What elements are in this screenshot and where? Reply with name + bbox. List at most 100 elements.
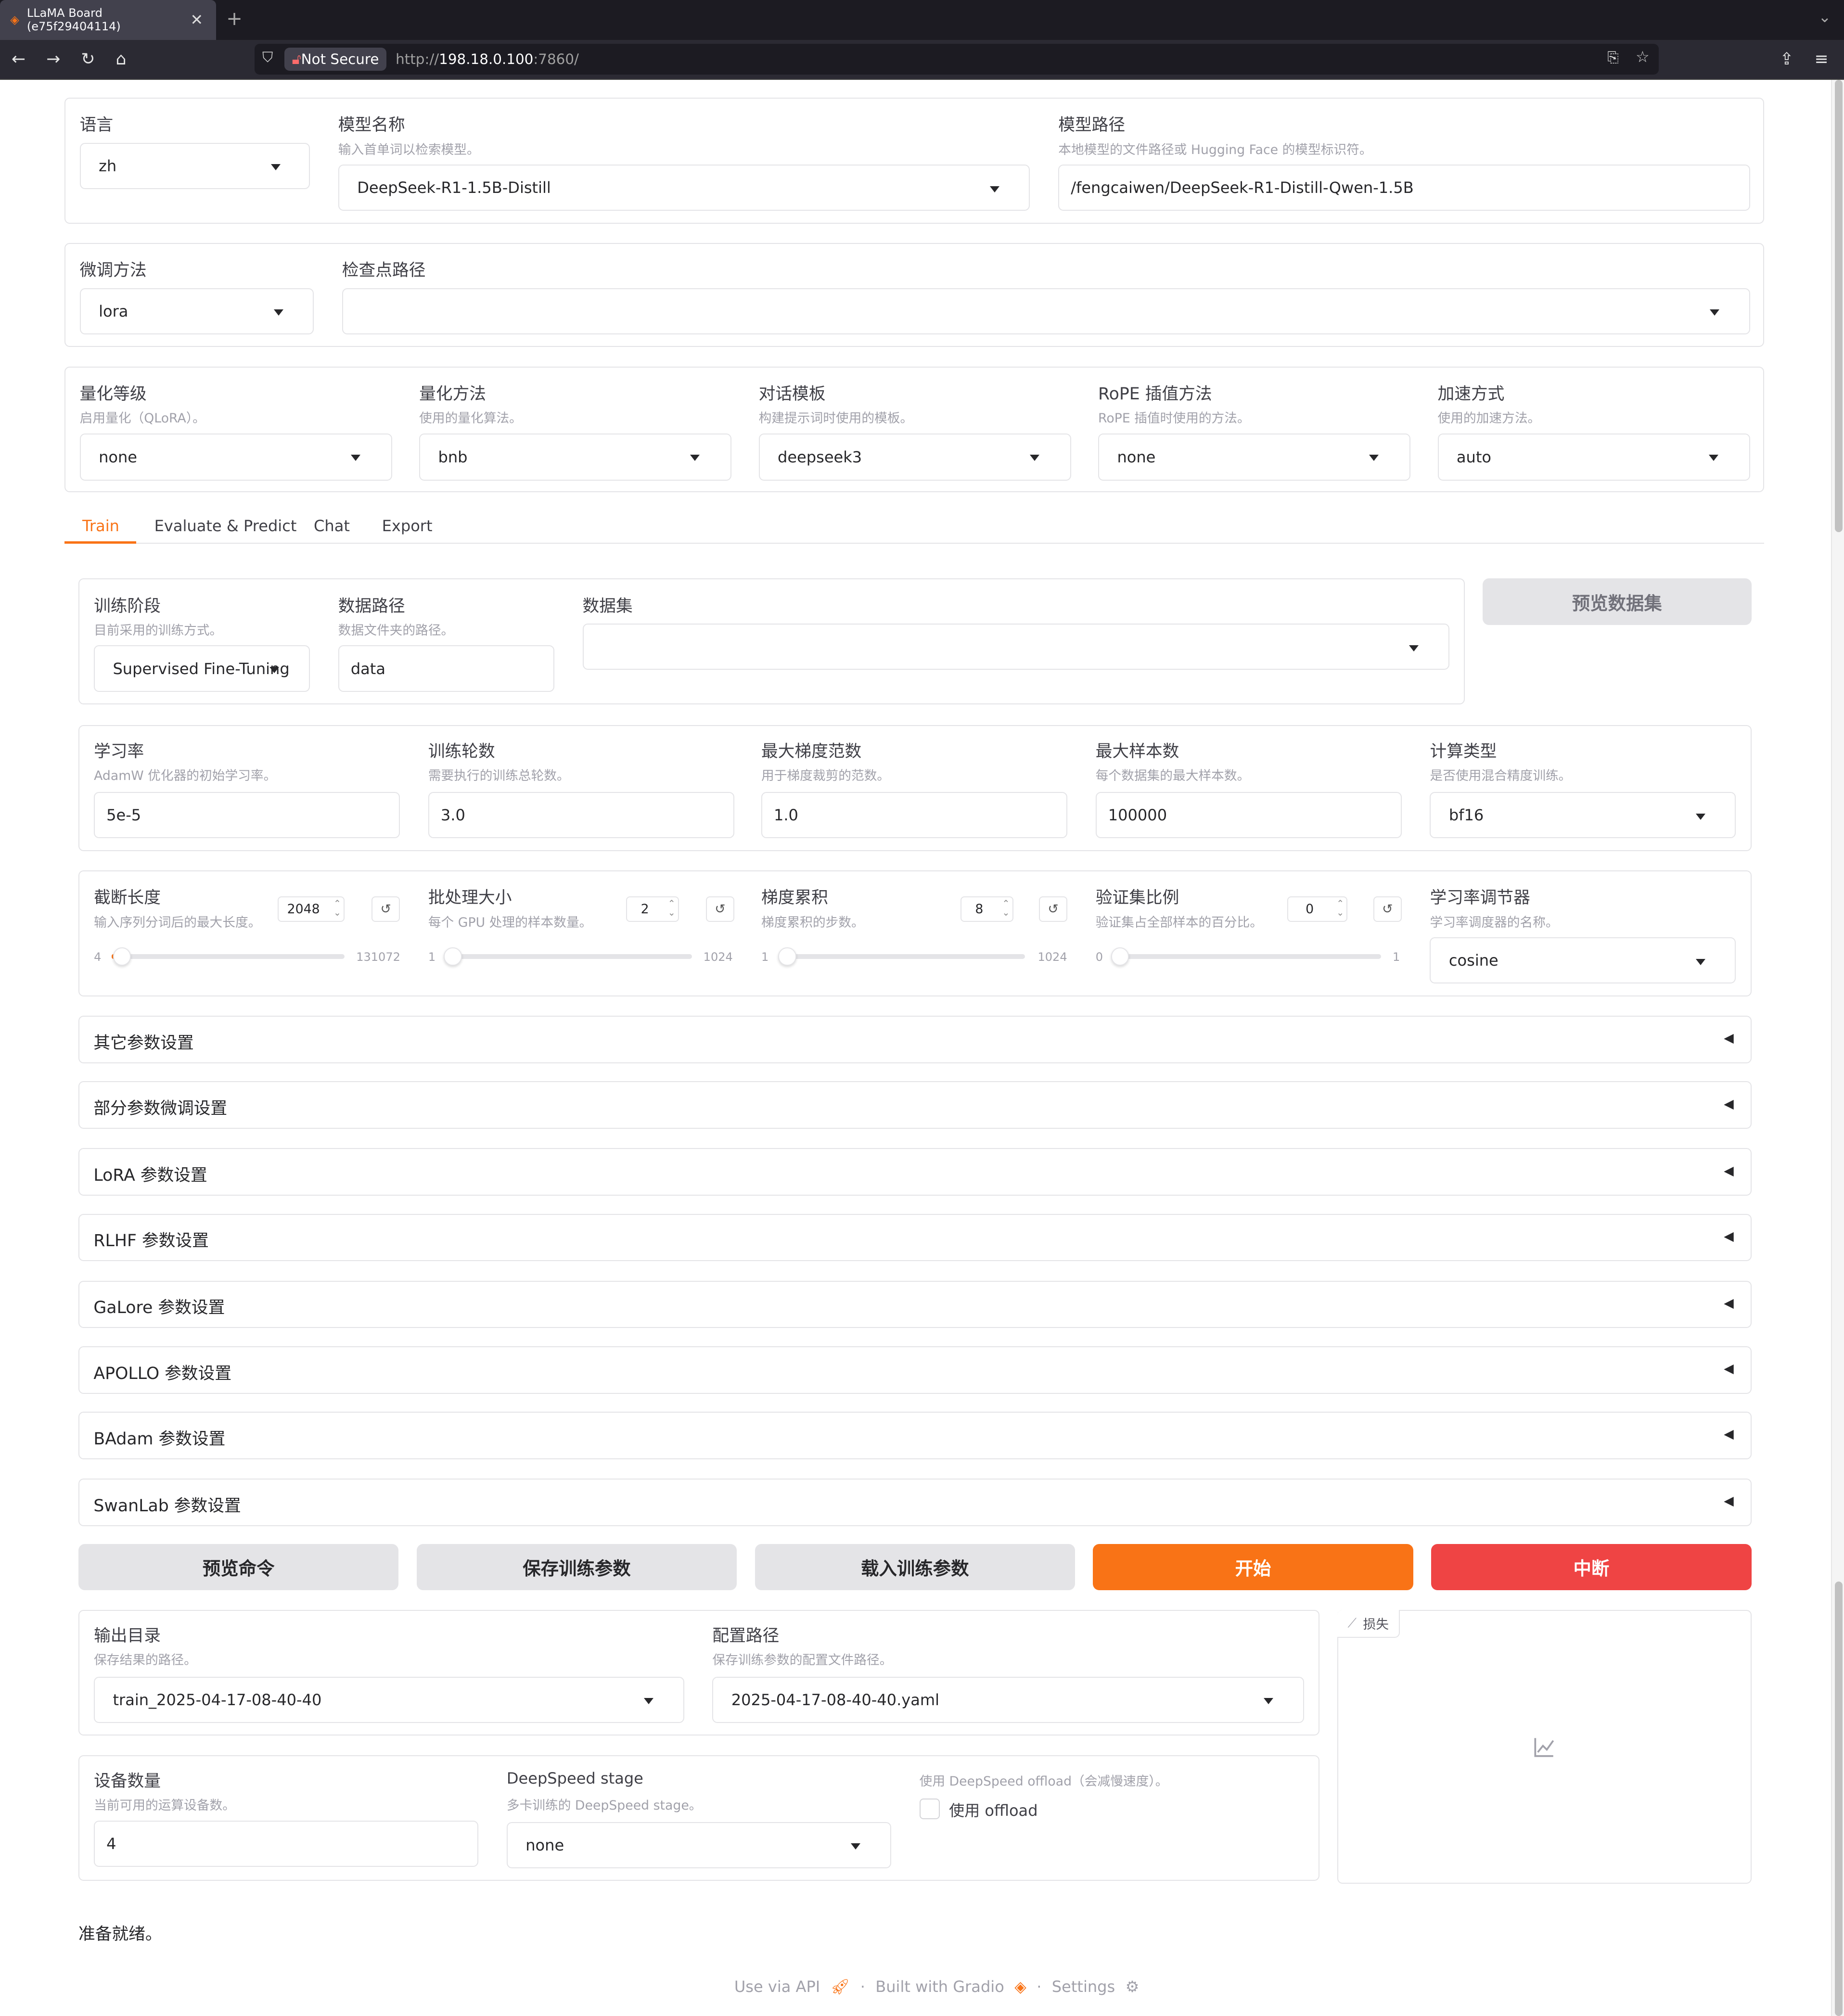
accordion-freeze-settings[interactable]: 部分参数微调设置 ◀ — [78, 1081, 1752, 1129]
preview-command-button[interactable]: 预览命令 — [78, 1544, 399, 1591]
batch-min: 1 — [428, 950, 436, 964]
load-args-button[interactable]: 载入训练参数 — [755, 1544, 1075, 1591]
save-args-button[interactable]: 保存训练参数 — [416, 1544, 737, 1591]
ds-stage-dropdown[interactable]: none — [506, 1822, 891, 1868]
devices-input[interactable]: 4 — [94, 1820, 479, 1867]
grad-acc-slider-track[interactable] — [778, 947, 1025, 966]
accordion-other-settings[interactable]: 其它参数设置 ◀ — [78, 1016, 1752, 1063]
tab-train[interactable]: Train — [82, 517, 119, 535]
abort-button[interactable]: 中断 — [1431, 1544, 1752, 1591]
cutoff-info: 输入序列分词后的最大长度。 — [94, 915, 261, 930]
model-path-input[interactable]: /fengcaiwen/DeepSeek-R1-Distill-Qwen-1.5… — [1058, 165, 1750, 211]
rope-dropdown[interactable]: none — [1098, 433, 1411, 481]
translate-icon[interactable]: ⎘ — [1607, 49, 1619, 66]
epochs-input[interactable]: 3.0 — [428, 792, 734, 839]
tab-chat[interactable]: Chat — [314, 517, 350, 535]
max-samples-input[interactable]: 100000 — [1095, 792, 1402, 839]
stepper-arrows-icon[interactable]: ⌃ ⌄ — [1002, 899, 1010, 918]
built-with-gradio-link[interactable]: Built with Gradio — [875, 1978, 1004, 1996]
back-icon[interactable]: ← — [12, 49, 26, 70]
tab-evaluate-predict[interactable]: Evaluate & Predict — [154, 517, 297, 535]
grad-acc-number-input[interactable]: 8 ⌃ ⌄ — [960, 896, 1013, 922]
accordion-badam-settings[interactable]: BAdam 参数设置 ◀ — [78, 1412, 1752, 1459]
cutoff-number-input[interactable]: 2048 ⌃ ⌄ — [278, 896, 345, 922]
max-samples-info: 每个数据集的最大样本数。 — [1095, 768, 1250, 783]
model-name-dropdown[interactable]: DeepSeek-R1-1.5B-Distill — [338, 165, 1030, 211]
collapse-arrow-icon: ◀ — [1724, 1427, 1734, 1442]
settings-link[interactable]: Settings — [1052, 1978, 1115, 1996]
url-port: :7860/ — [533, 51, 579, 67]
scrollbar-thumb-lower[interactable] — [1834, 1669, 1843, 2016]
tab-list-icon[interactable]: ⌄ — [1818, 8, 1831, 26]
finetune-dropdown[interactable]: lora — [79, 288, 314, 334]
val-size-slider-track[interactable] — [1111, 947, 1381, 966]
scheduler-dropdown[interactable]: cosine — [1430, 937, 1736, 984]
accordion-galore-settings[interactable]: GaLore 参数设置 ◀ — [78, 1280, 1752, 1328]
close-tab-icon[interactable]: ✕ — [190, 11, 203, 29]
val-size-label: 验证集比例 — [1095, 888, 1179, 908]
model-name-label: 模型名称 — [338, 115, 405, 135]
page-scrollbar[interactable] — [1831, 79, 1844, 2016]
quant-method-dropdown[interactable]: bnb — [419, 433, 732, 481]
output-dir-info: 保存结果的路径。 — [94, 1653, 197, 1668]
preview-dataset-button[interactable]: 预览数据集 — [1483, 578, 1752, 625]
ds-offload-checkbox[interactable] — [919, 1799, 940, 1820]
accordion-lora-settings[interactable]: LoRA 参数设置 ◀ — [78, 1148, 1752, 1196]
model-name-info: 输入首单词以检索模型。 — [338, 142, 480, 157]
rope-value: none — [1117, 447, 1156, 466]
address-bar[interactable]: ⛉ 🔓︎Not Secure http://198.18.0.100:7860/… — [255, 43, 1659, 75]
chevron-down-icon — [989, 186, 999, 192]
batch-slider-track[interactable] — [444, 947, 692, 966]
lr-input[interactable]: 5e-5 — [94, 792, 400, 839]
bookmark-star-icon[interactable]: ☆ — [1636, 48, 1650, 66]
menu-icon[interactable]: ≡ — [1814, 49, 1828, 70]
tab-export[interactable]: Export — [382, 517, 433, 535]
cutoff-slider-track[interactable] — [112, 947, 345, 966]
scrollbar-thumb[interactable] — [1834, 79, 1843, 533]
reload-icon[interactable]: ↻ — [81, 49, 95, 70]
scheduler-value: cosine — [1448, 951, 1498, 970]
batch-number-input[interactable]: 2 ⌃ ⌄ — [626, 896, 679, 922]
extensions-icon[interactable]: ⇪ — [1780, 49, 1793, 70]
chevron-down-icon — [1695, 813, 1705, 820]
grad-acc-max: 1024 — [1037, 950, 1067, 964]
use-via-api-link[interactable]: Use via API — [734, 1978, 820, 1996]
cutoff-max: 131072 — [356, 950, 400, 964]
browser-tab[interactable]: ◈ LLaMA Board (e75f29404114) ✕ — [0, 0, 216, 40]
lang-dropdown[interactable]: zh — [79, 142, 310, 189]
template-dropdown[interactable]: deepseek3 — [758, 433, 1071, 481]
cutoff-reset-icon[interactable]: ↺ — [371, 896, 400, 922]
max-grad-norm-input[interactable]: 1.0 — [761, 792, 1067, 839]
val-size-slider-handle[interactable] — [1111, 947, 1129, 966]
accordion-apollo-settings[interactable]: APOLLO 参数设置 ◀ — [78, 1346, 1752, 1394]
batch-reset-icon[interactable]: ↺ — [706, 896, 734, 922]
booster-value: auto — [1456, 447, 1492, 466]
batch-slider-handle[interactable] — [444, 947, 462, 966]
accordion-swanlab-settings[interactable]: SwanLab 参数设置 ◀ — [78, 1479, 1752, 1526]
cutoff-slider-handle[interactable] — [113, 947, 131, 966]
val-size-reset-icon[interactable]: ↺ — [1373, 896, 1402, 922]
dataset-dropdown[interactable] — [582, 624, 1449, 670]
accordion-rlhf-settings[interactable]: RLHF 参数设置 ◀ — [78, 1213, 1752, 1262]
forward-icon[interactable]: → — [46, 49, 60, 70]
devices-info: 当前可用的运算设备数。 — [94, 1798, 235, 1813]
checkpoint-dropdown[interactable] — [342, 288, 1750, 334]
home-icon[interactable]: ⌂ — [115, 49, 126, 70]
stepper-arrows-icon[interactable]: ⌃ ⌄ — [333, 899, 341, 918]
stage-dropdown[interactable]: Supervised Fine-Tuning — [94, 645, 310, 692]
start-button[interactable]: 开始 — [1093, 1544, 1413, 1591]
grad-acc-reset-icon[interactable]: ↺ — [1039, 896, 1067, 922]
stepper-arrows-icon[interactable]: ⌃ ⌄ — [1336, 899, 1344, 918]
val-size-info: 验证集占全部样本的百分比。 — [1095, 915, 1263, 930]
booster-dropdown[interactable]: auto — [1437, 433, 1750, 481]
grad-acc-slider-handle[interactable] — [778, 947, 796, 966]
dataset-dir-input[interactable]: data — [338, 645, 554, 692]
config-path-dropdown[interactable]: 2025-04-17-08-40-40.yaml — [712, 1676, 1304, 1723]
output-dir-dropdown[interactable]: train_2025-04-17-08-40-40 — [94, 1676, 684, 1723]
val-size-number-input[interactable]: 0 ⌃ ⌄ — [1287, 896, 1348, 922]
quant-bit-dropdown[interactable]: none — [79, 433, 393, 481]
compute-type-dropdown[interactable]: bf16 — [1430, 792, 1736, 839]
not-secure-badge[interactable]: 🔓︎Not Secure — [284, 47, 387, 71]
new-tab-icon[interactable]: + — [226, 8, 243, 30]
stepper-arrows-icon[interactable]: ⌃ ⌄ — [668, 899, 676, 918]
